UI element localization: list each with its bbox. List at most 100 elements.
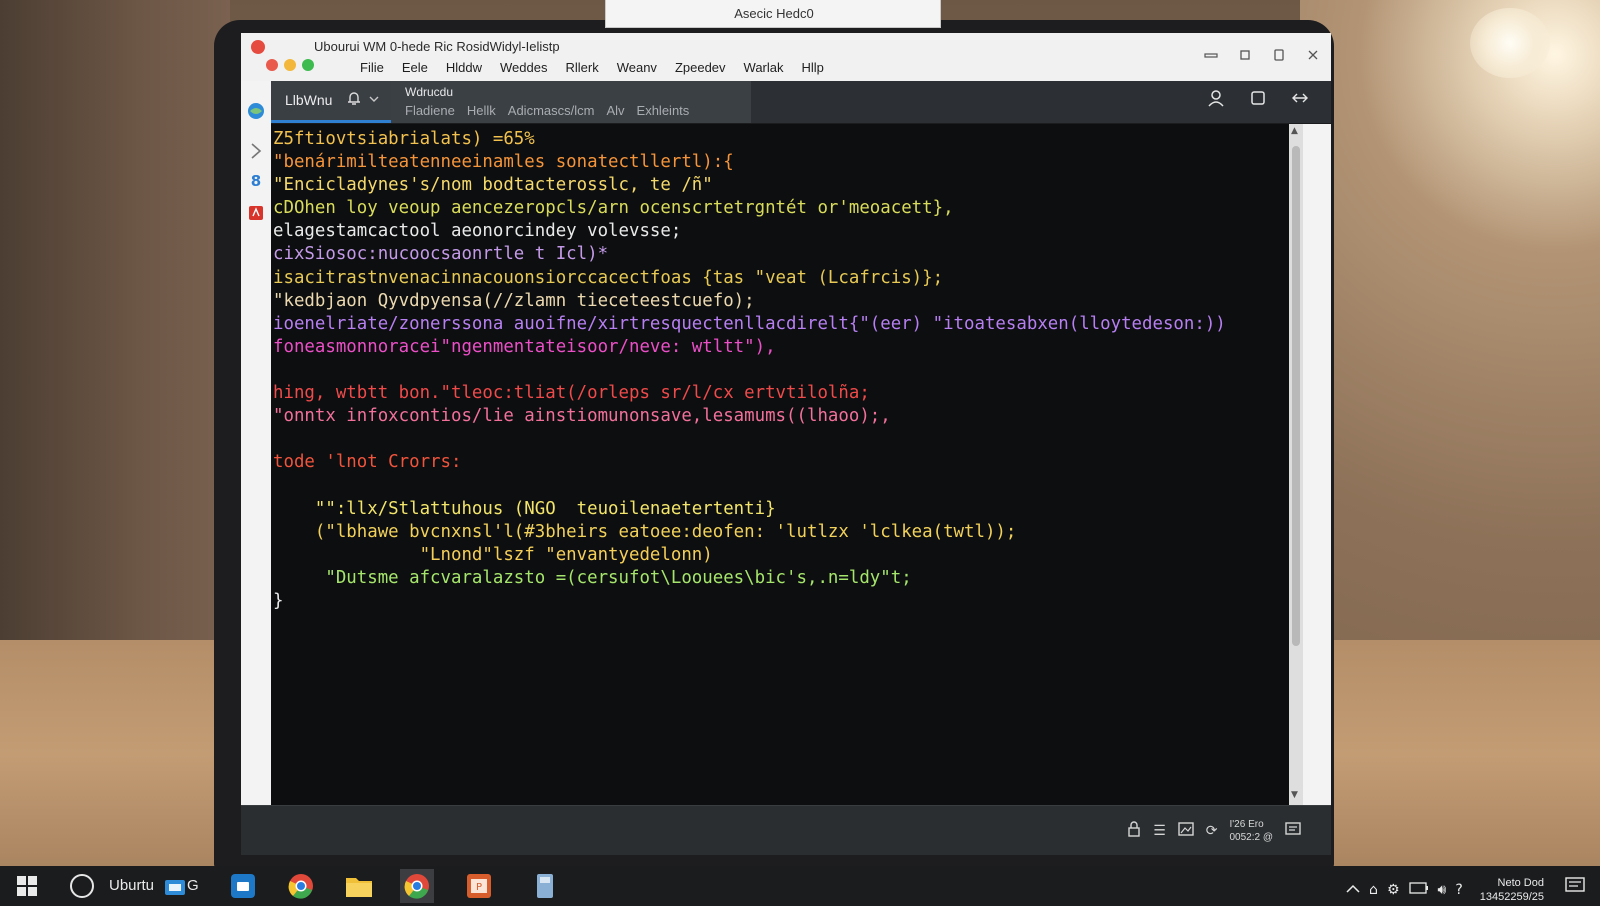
chevron-right-icon[interactable] (246, 141, 266, 161)
code-line: ioenelriate/zonerssona auoifne/xirtresqu… (273, 313, 1226, 334)
code-line: "Lnond"lszf "envantyedelonn) (273, 544, 713, 565)
tab-toolbar (1207, 89, 1309, 107)
image-icon[interactable] (1178, 822, 1194, 840)
windows-start-icon[interactable] (16, 875, 38, 897)
svg-text:P: P (476, 882, 482, 893)
code-line: elagestamcactool aeonorcindey volevsse; (273, 221, 682, 242)
scroll-down-icon[interactable]: ▼ (1291, 790, 1298, 800)
status-clock-line2: 0052:2 @ (1229, 832, 1273, 843)
powerpoint-icon[interactable]: P (462, 869, 496, 903)
code-line: foneasmonnoracei"ngenmentateisoor/neve: … (273, 336, 776, 357)
chevron-down-icon[interactable] (369, 93, 379, 106)
user-icon[interactable] (1207, 89, 1225, 107)
file-explorer-icon[interactable] (342, 869, 376, 903)
subtab-item[interactable]: Fladiene (399, 103, 461, 118)
code-line: isacitrastnvenacinnacouonsiorccacectfoas… (273, 267, 944, 288)
menu-item[interactable]: Filie (351, 60, 393, 75)
globe-icon[interactable] (246, 101, 266, 121)
taskbar-clock[interactable]: Neto Dod 13452259/25 (1480, 876, 1544, 904)
close-dot-icon[interactable] (251, 40, 265, 54)
status-clock-line1: I'26 Ero (1229, 819, 1264, 830)
battery-icon[interactable] (1408, 882, 1429, 898)
code-content: Z5ftiovtsiabrialats) =65% "benárimilteate… (273, 128, 1226, 613)
sync-icon[interactable]: ⟳ (1206, 823, 1218, 839)
extension-icon[interactable]: 8 (246, 171, 266, 191)
list-icon[interactable]: ☰ (1153, 823, 1166, 839)
archive-app-icon[interactable] (528, 869, 562, 903)
code-line: "onntx infoxcontios/lie ainstiomunonsave… (273, 406, 891, 427)
taskbar-clock-line2: 13452259/25 (1479, 891, 1544, 903)
code-line: } (273, 590, 284, 611)
menu-item[interactable]: Warlak (735, 60, 793, 75)
subtab-item[interactable]: Alv (600, 103, 630, 118)
action-center-icon[interactable] (1564, 875, 1586, 897)
code-line: tode 'lnot Crorrs: (273, 452, 462, 473)
window-controls (1203, 47, 1321, 63)
menu-item[interactable]: Weddes (491, 60, 556, 75)
tab-secondary-title: Wdrucdu (405, 85, 454, 99)
tab-active-label: LlbWnu (285, 92, 333, 108)
bell-icon[interactable] (347, 90, 361, 110)
code-editor[interactable]: Z5ftiovtsiabrialats) =65% "benárimilteate… (271, 124, 1289, 805)
maximize-light-icon[interactable] (302, 59, 314, 71)
code-line: cDOhen loy veoup aencezeropcls/arn ocens… (273, 198, 954, 219)
chevron-up-icon[interactable] (1346, 882, 1360, 898)
error-badge-icon[interactable] (246, 203, 266, 223)
menu-item[interactable]: Hllp (793, 60, 833, 75)
code-line: cixSiosoc:nucoocsaonrtle t Icl)* (273, 244, 609, 265)
copy-icon[interactable] (1249, 89, 1267, 107)
code-line: "Encicladynes's/nom bodtacterosslc, te /… (273, 175, 713, 196)
menu-item[interactable]: Hlddw (437, 60, 491, 75)
search-circle-icon[interactable] (70, 874, 94, 898)
help-icon[interactable]: ? (1455, 882, 1462, 898)
tab-secondary[interactable]: Wdrucdu Fladiene Hellk Adicmascs/lcm Alv… (391, 81, 751, 123)
swap-arrows-icon[interactable] (1291, 89, 1309, 107)
chrome-active-icon[interactable] (400, 869, 434, 903)
code-line: "benárimilteatenneeinamles sonatectllert… (273, 152, 734, 173)
subtab-item[interactable]: Hellk (461, 103, 502, 118)
volume-icon[interactable]: 🔊︎ (1438, 882, 1447, 898)
notification-icon[interactable] (1285, 821, 1301, 841)
top-popup-text: Asecic Hedc0 (734, 6, 814, 21)
taskbar-search-suffix: G (187, 877, 199, 894)
scrollbar-thumb[interactable] (1292, 146, 1300, 646)
subtab-item[interactable]: Exhleints (631, 103, 696, 118)
menu-bar: Filie Eele Hlddw Weddes Rllerk Weanv Zpe… (351, 60, 833, 75)
outlook-app-icon[interactable] (226, 869, 260, 903)
minimize-icon[interactable] (1203, 47, 1219, 63)
menu-item[interactable]: Weanv (608, 60, 666, 75)
status-icons: ☰ ⟳ I'26 Ero 0052:2 @ (1127, 818, 1301, 844)
scroll-up-icon[interactable]: ▲ (1291, 126, 1298, 136)
subtab-item[interactable]: Adicmascs/lcm (502, 103, 601, 118)
taskbar: Uburtu G P ⌂ ⚙ 🔊︎ ? Neto Dod 13452259/25 (0, 866, 1600, 906)
close-icon[interactable] (1305, 47, 1321, 63)
taskbar-search-label[interactable]: Uburtu (109, 877, 154, 894)
code-line: "Dutsme afcvaralazsto =(cersufot\Loouees… (273, 567, 912, 588)
settings-icon[interactable]: ⚙ (1387, 882, 1400, 898)
maximize-icon[interactable] (1271, 47, 1287, 63)
taskbar-clock-line1: Neto Dod (1497, 877, 1544, 889)
lamp-light (1470, 8, 1550, 78)
tab-active[interactable]: LlbWnu (271, 81, 391, 123)
right-gutter (1303, 124, 1331, 805)
menu-item[interactable]: Eele (393, 60, 437, 75)
window-title: Ubourui WM 0-hede Ric RosidWidyl-Ielistp (314, 39, 560, 54)
application-window: Ubourui WM 0-hede Ric RosidWidyl-Ielistp… (241, 33, 1331, 855)
chrome-icon[interactable] (284, 869, 318, 903)
minimize-light-icon[interactable] (284, 59, 296, 71)
title-bar[interactable]: Ubourui WM 0-hede Ric RosidWidyl-Ielistp… (241, 33, 1331, 82)
code-line: "kedbjaon Qyvdpyensa(//zlamn tieceteestc… (273, 290, 755, 311)
vertical-scrollbar[interactable]: ▲ ▼ (1289, 124, 1303, 805)
lock-icon[interactable] (1127, 821, 1141, 841)
menu-item[interactable]: Zpeedev (666, 60, 735, 75)
activity-bar: 8 (241, 81, 271, 855)
restore-icon[interactable] (1237, 47, 1253, 63)
home-icon[interactable]: ⌂ (1369, 882, 1378, 898)
subtab-list: Fladiene Hellk Adicmascs/lcm Alv Exhlein… (399, 103, 695, 118)
close-light-icon[interactable] (266, 59, 278, 71)
status-clock: I'26 Ero 0052:2 @ (1229, 818, 1273, 844)
menu-item[interactable]: Rllerk (556, 60, 607, 75)
